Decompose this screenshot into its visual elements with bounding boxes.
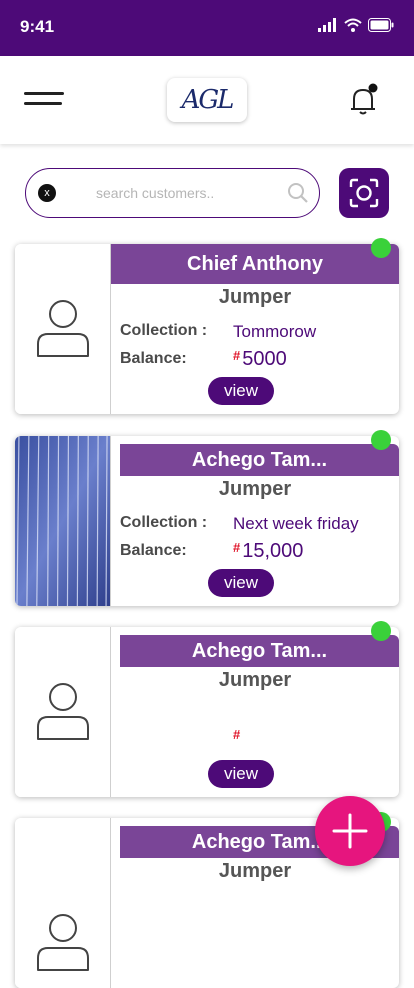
balance-value: # (233, 727, 242, 750)
battery-icon (368, 18, 394, 32)
currency-symbol: # (233, 727, 241, 742)
avatar-placeholder (15, 627, 111, 797)
logo-text: AGL (181, 85, 235, 115)
status-bar: 9:41 (0, 0, 414, 56)
collection-label: Collection : (120, 322, 208, 339)
collection-label: Collection : (120, 514, 208, 531)
status-time: 9:41 (20, 17, 55, 36)
bell-icon[interactable] (346, 83, 380, 117)
view-button[interactable]: view (208, 377, 274, 405)
wifi-icon (344, 18, 362, 32)
customer-item: Jumper (218, 669, 292, 691)
user-icon (36, 914, 89, 971)
currency-symbol: # (233, 348, 241, 363)
collection-value: Tommorow (233, 322, 317, 341)
balance-value: #5000 (233, 348, 287, 371)
customer-item: Jumper (218, 286, 292, 308)
customer-item: Jumper (218, 478, 292, 500)
balance-value: #15,000 (233, 540, 303, 563)
customer-name: Achego Tam... (120, 635, 399, 667)
scan-button[interactable] (339, 168, 389, 218)
balance-amount: 15,000 (242, 540, 304, 562)
avatar-placeholder (15, 818, 111, 988)
user-icon (36, 300, 89, 357)
fabric-photo (15, 436, 110, 606)
customer-photo (15, 436, 111, 606)
customer-card[interactable]: Achego Tam... Jumper Collection : Next w… (15, 430, 399, 606)
scan-icon (349, 178, 379, 208)
online-status-dot (371, 238, 391, 258)
customer-name: Achego Tam... (120, 444, 399, 476)
collection-value: Next week friday (233, 514, 359, 533)
online-status-dot (371, 430, 391, 450)
customer-card[interactable]: Chief Anthony Jumper Collection : Tommor… (15, 238, 399, 414)
customer-card[interactable]: Achego Tam... Jumper # view (15, 621, 399, 797)
hamburger-menu-icon[interactable] (24, 88, 66, 110)
view-button[interactable]: view (208, 760, 274, 788)
clear-search-button[interactable]: x (38, 184, 56, 202)
plus-icon (332, 813, 368, 849)
search-icon[interactable] (287, 182, 309, 204)
balance-label: Balance: (120, 542, 187, 559)
user-icon (36, 683, 89, 740)
online-status-dot (371, 621, 391, 641)
status-icons (318, 18, 394, 32)
signal-icon (318, 18, 336, 32)
search-input[interactable] (96, 181, 276, 205)
avatar-placeholder (15, 244, 111, 414)
view-button[interactable]: view (208, 569, 274, 597)
app-header: AGL (0, 56, 414, 144)
add-customer-button[interactable] (315, 796, 385, 866)
balance-amount: 5000 (242, 348, 287, 370)
customer-name: Chief Anthony (111, 244, 399, 284)
app-logo[interactable]: AGL (167, 78, 247, 122)
search-bar: x (25, 168, 320, 218)
balance-label: Balance: (120, 350, 187, 367)
currency-symbol: # (233, 540, 241, 555)
